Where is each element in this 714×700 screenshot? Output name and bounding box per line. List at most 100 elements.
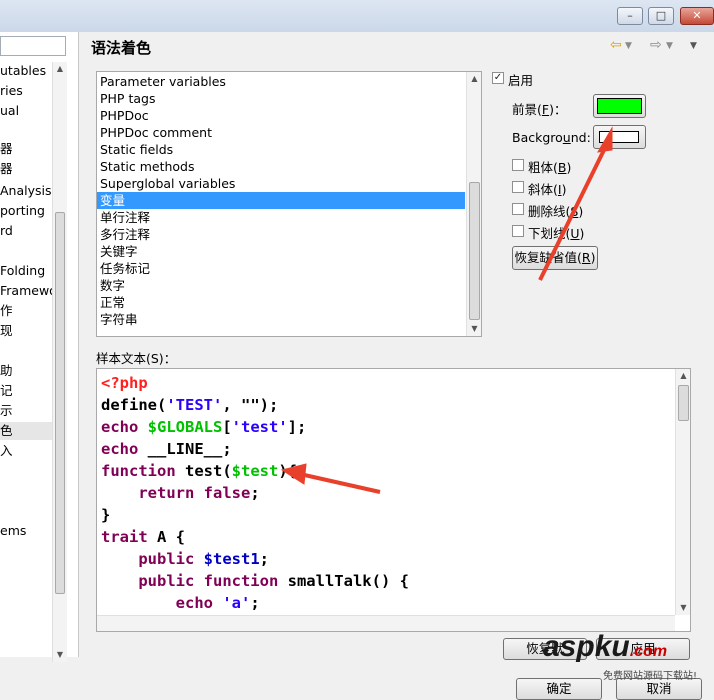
filter-input[interactable] xyxy=(0,36,66,56)
bold-label: 粗体(B) xyxy=(528,160,572,175)
tree-item[interactable]: 入 xyxy=(0,442,56,460)
code-token: [ xyxy=(222,418,232,436)
tree-item[interactable]: rd xyxy=(0,222,56,240)
syntax-element-item[interactable]: 变量 xyxy=(97,192,465,209)
syntax-element-item[interactable]: PHPDoc xyxy=(97,107,465,124)
code-token: A { xyxy=(157,528,185,546)
tree-item[interactable]: 示 xyxy=(0,402,56,420)
sample-code-preview: <?php define('TEST', ""); echo $GLOBALS['t… xyxy=(96,368,691,632)
tree-item[interactable]: porting xyxy=(0,202,56,220)
code-token: trait xyxy=(101,528,157,546)
forward-history-icon[interactable]: ▼ xyxy=(666,41,673,51)
tree-item[interactable]: Folding xyxy=(0,262,56,280)
code-token: function xyxy=(101,462,185,480)
tree-item[interactable]: 助 xyxy=(0,362,56,380)
syntax-element-item[interactable]: PHPDoc comment xyxy=(97,124,465,141)
code-token: 'TEST' xyxy=(166,396,223,414)
element-list-scrollbar-thumb[interactable] xyxy=(469,182,480,320)
tree-item[interactable]: 器 xyxy=(0,160,56,178)
code-token: ){ xyxy=(278,462,298,480)
code-token: smallTalk() { xyxy=(287,572,409,590)
code-token: 'a' xyxy=(222,594,251,612)
tree-item[interactable]: ries xyxy=(0,82,56,100)
syntax-element-list[interactable]: Parameter variables PHP tags PHPDoc PHPDoc … xyxy=(96,71,482,337)
tree-item[interactable]: 现 xyxy=(0,322,56,340)
scroll-up-icon[interactable]: ▲ xyxy=(53,62,67,76)
syntax-element-item[interactable]: 单行注释 xyxy=(97,209,465,226)
restore-default-button[interactable]: 恢复缺省值(R) xyxy=(512,246,598,270)
syntax-element-item[interactable]: PHP tags xyxy=(97,90,465,107)
code-token: $test1 xyxy=(203,550,260,568)
syntax-element-item[interactable]: 任务标记 xyxy=(97,260,465,277)
scroll-down-icon[interactable]: ▼ xyxy=(53,648,67,662)
background-label: Background: xyxy=(512,130,591,145)
chevron-down-icon[interactable]: ▼ xyxy=(690,41,697,51)
foreground-label: 前景(F)： xyxy=(512,102,567,117)
ok-button[interactable]: 确定 xyxy=(516,678,602,700)
strikethrough-checkbox[interactable] xyxy=(512,203,524,215)
tree-item[interactable]: ems xyxy=(0,522,56,540)
scroll-down-icon[interactable]: ▼ xyxy=(467,322,481,336)
code-line: } xyxy=(101,504,110,526)
tree-item[interactable]: utables xyxy=(0,62,56,80)
italic-checkbox[interactable] xyxy=(512,181,524,193)
tree-scrollbar[interactable]: ▲ ▼ xyxy=(52,62,67,662)
background-color-button[interactable] xyxy=(593,125,646,149)
tree-item[interactable]: 器 xyxy=(0,140,56,158)
tree-item[interactable]: 记 xyxy=(0,382,56,400)
sample-text-label: 样本文本(S)： xyxy=(96,351,177,366)
syntax-element-item[interactable]: 正常 xyxy=(97,294,465,311)
code-line: <?php xyxy=(101,372,148,394)
code-token: $GLOBALS xyxy=(147,418,223,436)
arrow-right-icon[interactable]: ⇨ xyxy=(650,37,662,53)
tree-item[interactable]: 色 xyxy=(0,422,56,440)
tree-item[interactable]: 作 xyxy=(0,302,56,320)
page-title: 语法着色 xyxy=(91,39,152,57)
tree-item[interactable]: ual xyxy=(0,102,56,120)
code-token: echo xyxy=(101,440,148,458)
minimize-button[interactable]: – xyxy=(617,7,643,25)
scroll-up-icon[interactable]: ▲ xyxy=(467,72,481,86)
code-token: ; xyxy=(259,550,269,568)
enable-checkbox[interactable]: ✓ xyxy=(492,72,504,84)
bold-checkbox[interactable] xyxy=(512,159,524,171)
code-line: trait A { xyxy=(101,526,185,548)
maximize-button[interactable]: □ xyxy=(648,7,674,25)
foreground-color-button[interactable] xyxy=(593,94,646,118)
syntax-element-item[interactable]: 多行注释 xyxy=(97,226,465,243)
syntax-element-item[interactable]: Static methods xyxy=(97,158,465,175)
code-line: echo 'a'; xyxy=(101,592,260,614)
code-scrollbar[interactable]: ▲ ▼ xyxy=(675,369,690,615)
syntax-element-item[interactable]: Superglobal variables xyxy=(97,175,465,192)
syntax-element-item[interactable]: 数字 xyxy=(97,277,465,294)
code-line: function test($test){ xyxy=(101,460,297,482)
syntax-element-item[interactable]: Static fields xyxy=(97,141,465,158)
code-token: 'test' xyxy=(231,418,288,436)
element-list-scrollbar[interactable]: ▲ ▼ xyxy=(466,72,481,336)
code-line: define('TEST', ""); xyxy=(101,394,278,416)
tree-item[interactable]: Framewo xyxy=(0,282,56,300)
strikethrough-label: 删除线(S) xyxy=(528,204,584,219)
scroll-up-icon[interactable]: ▲ xyxy=(676,369,690,383)
arrow-left-icon[interactable]: ⇦ xyxy=(610,37,622,53)
code-line: echo $GLOBALS['test']; xyxy=(101,416,306,438)
enable-label: 启用 xyxy=(508,73,534,88)
scroll-down-icon[interactable]: ▼ xyxy=(676,601,690,615)
code-token: echo xyxy=(101,418,148,436)
close-button[interactable]: ✕ xyxy=(680,7,714,25)
code-token: <?php xyxy=(101,374,148,392)
code-token: } xyxy=(101,506,111,524)
syntax-element-item[interactable]: 字符串 xyxy=(97,311,465,328)
underline-checkbox[interactable] xyxy=(512,225,524,237)
code-token: public xyxy=(101,550,204,568)
code-token: , ""); xyxy=(222,396,279,414)
code-token: public function xyxy=(101,572,288,590)
syntax-element-item[interactable]: 关键字 xyxy=(97,243,465,260)
italic-label: 斜体(I) xyxy=(528,182,567,197)
back-history-icon[interactable]: ▼ xyxy=(625,41,632,51)
tree-scrollbar-thumb[interactable] xyxy=(55,212,65,594)
tree-item[interactable]: Analysis xyxy=(0,182,56,200)
code-line: public function smallTalk() { xyxy=(101,570,409,592)
code-scrollbar-thumb[interactable] xyxy=(678,385,689,421)
syntax-element-item[interactable]: Parameter variables xyxy=(97,73,465,90)
